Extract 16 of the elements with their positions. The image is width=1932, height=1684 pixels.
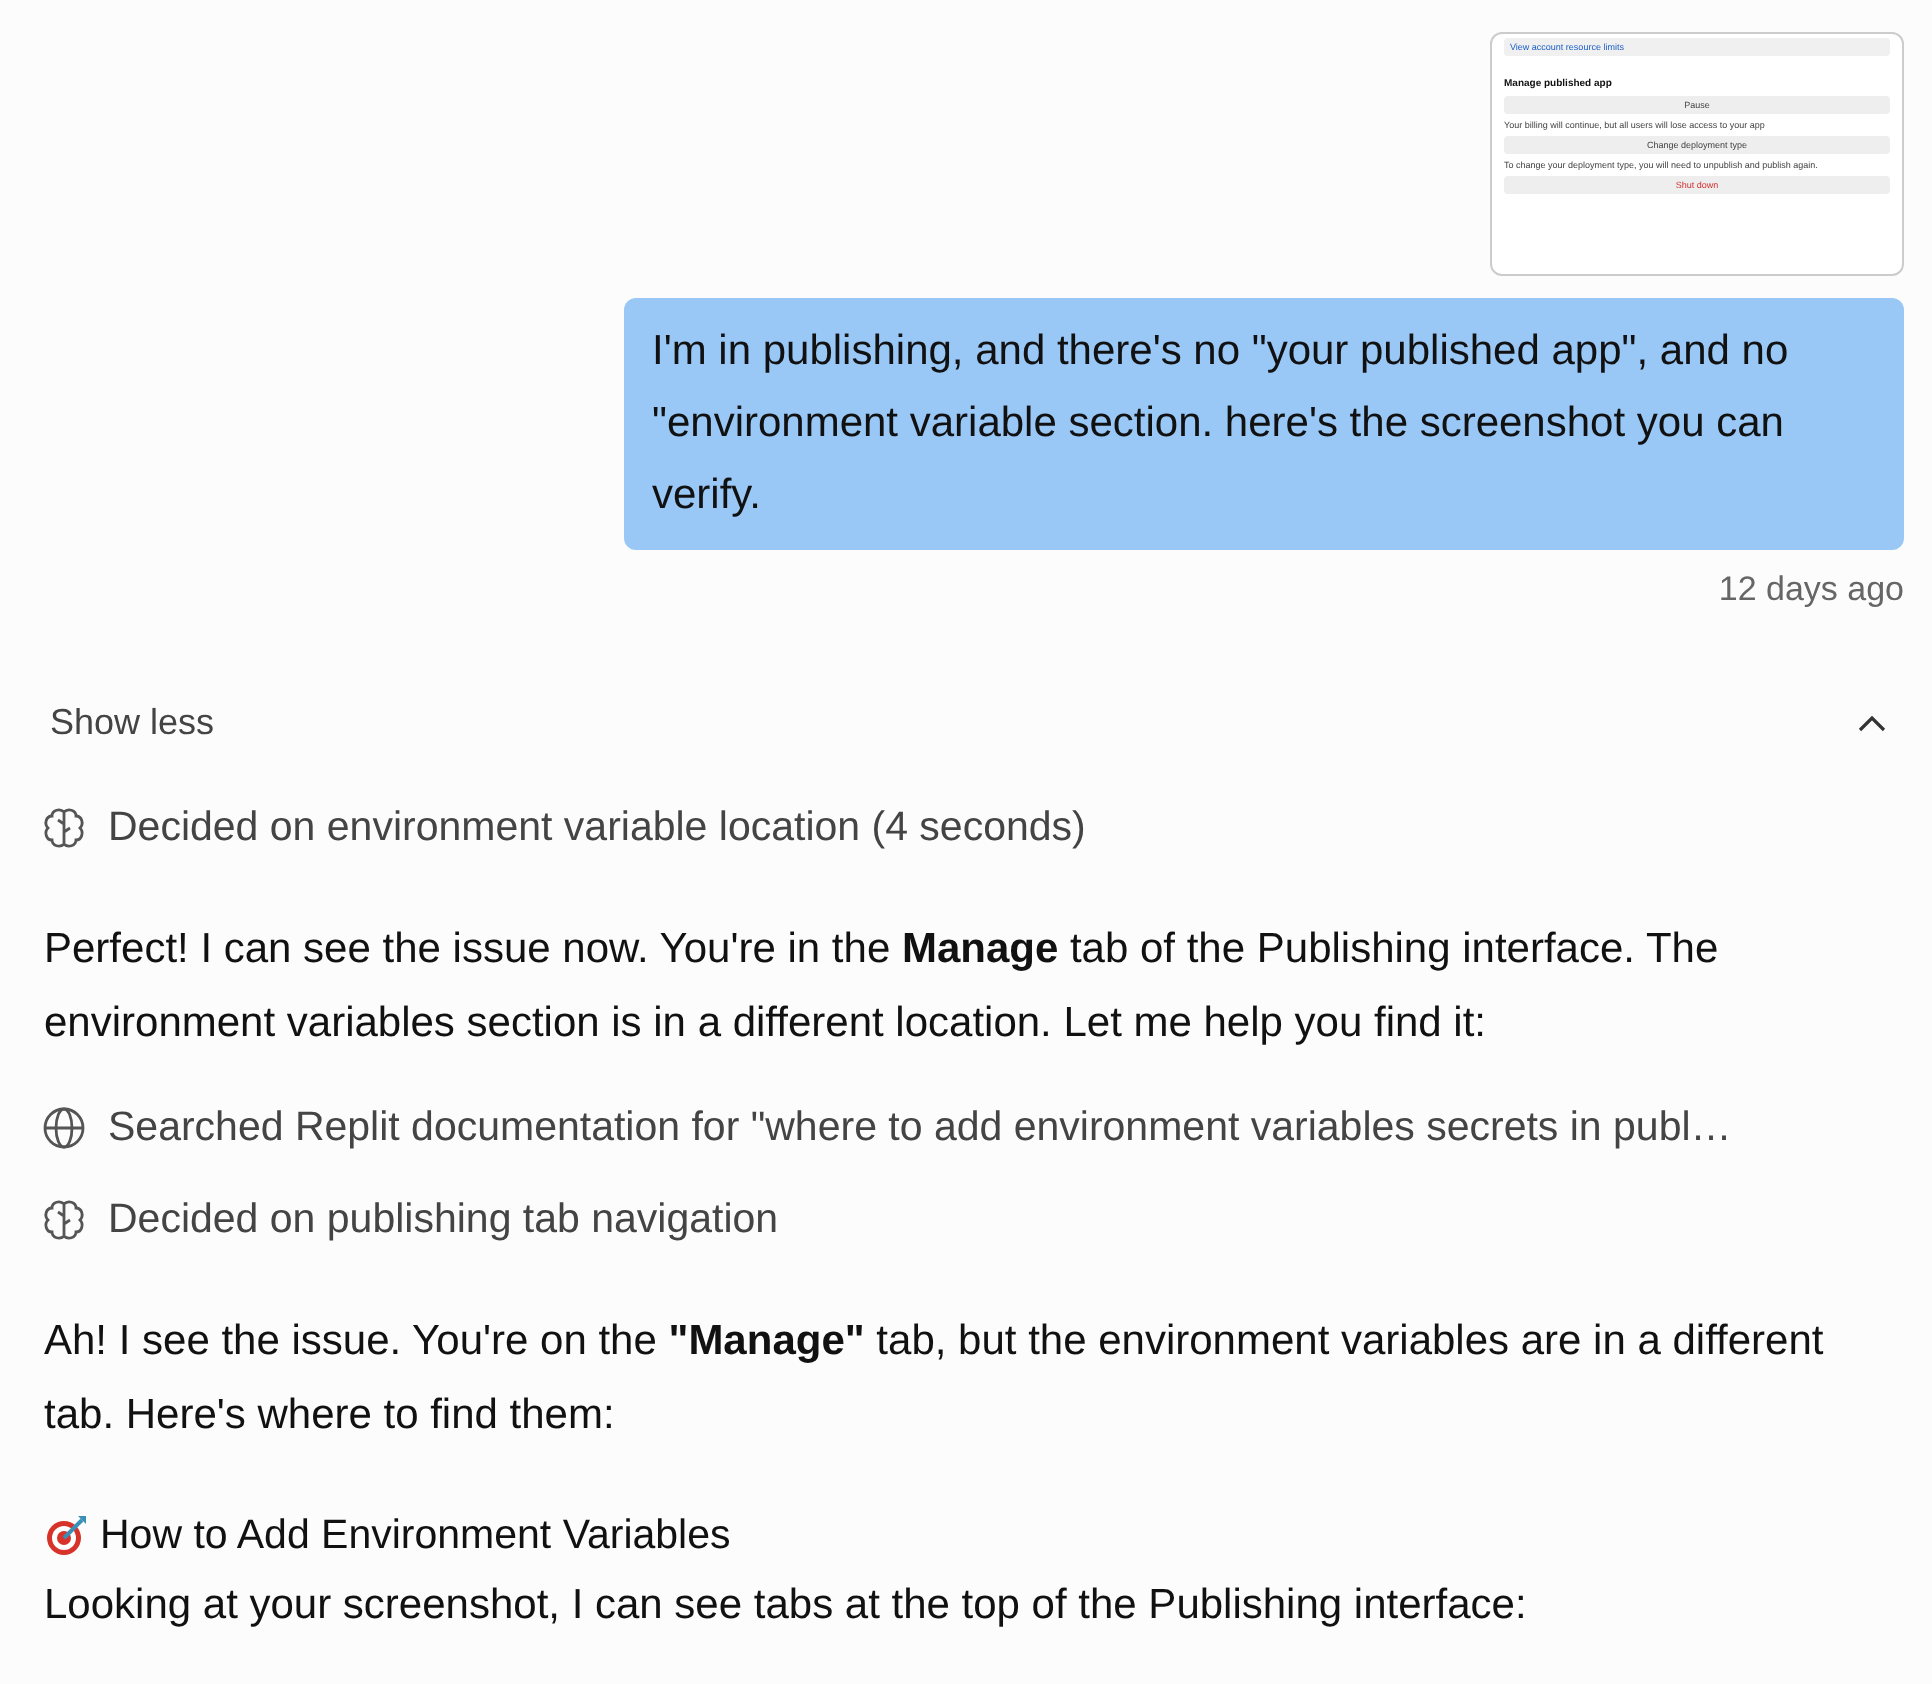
activity-step[interactable]: Searched Replit documentation for "where to add environment variables secrets in publ…	[108, 1104, 1732, 1152]
response-paragraph: Looking at your screenshot, I can see tabs at the top of the Publishing interface:	[44, 1580, 1529, 1632]
user-message: I'm in publishing, and there's no "your published app", and no "environment variable section. here's the screenshot you can verify.	[624, 298, 1904, 550]
activity-step[interactable]: Decided on environment variable location (4 seconds)	[108, 804, 1086, 852]
response-paragraph: Perfect! I can see the issue now. You're in the Manage tab of the Publishing interface. The environment variables section is in a different location. Let me help you find it:	[44, 924, 1721, 1050]
globe-icon	[40, 1104, 88, 1152]
activity-step[interactable]: Decided on publishing tab navigation	[108, 1196, 779, 1244]
brain-icon	[40, 1196, 88, 1244]
timestamp: 12 days ago	[1718, 570, 1904, 610]
brain-icon	[40, 804, 88, 852]
show-less-toggle[interactable]: Show less	[50, 702, 1888, 744]
chevron-icon	[1856, 713, 1888, 733]
target-icon	[44, 1514, 88, 1558]
section-heading: How to Add Environment Variables	[100, 1512, 731, 1560]
response-paragraph: Ah! I see the issue. You're on the "Manage" tab, but the environment variables are in a different tab. Here's where to find them:	[44, 1316, 1826, 1442]
screenshot-thumbnail[interactable]	[1490, 32, 1904, 276]
